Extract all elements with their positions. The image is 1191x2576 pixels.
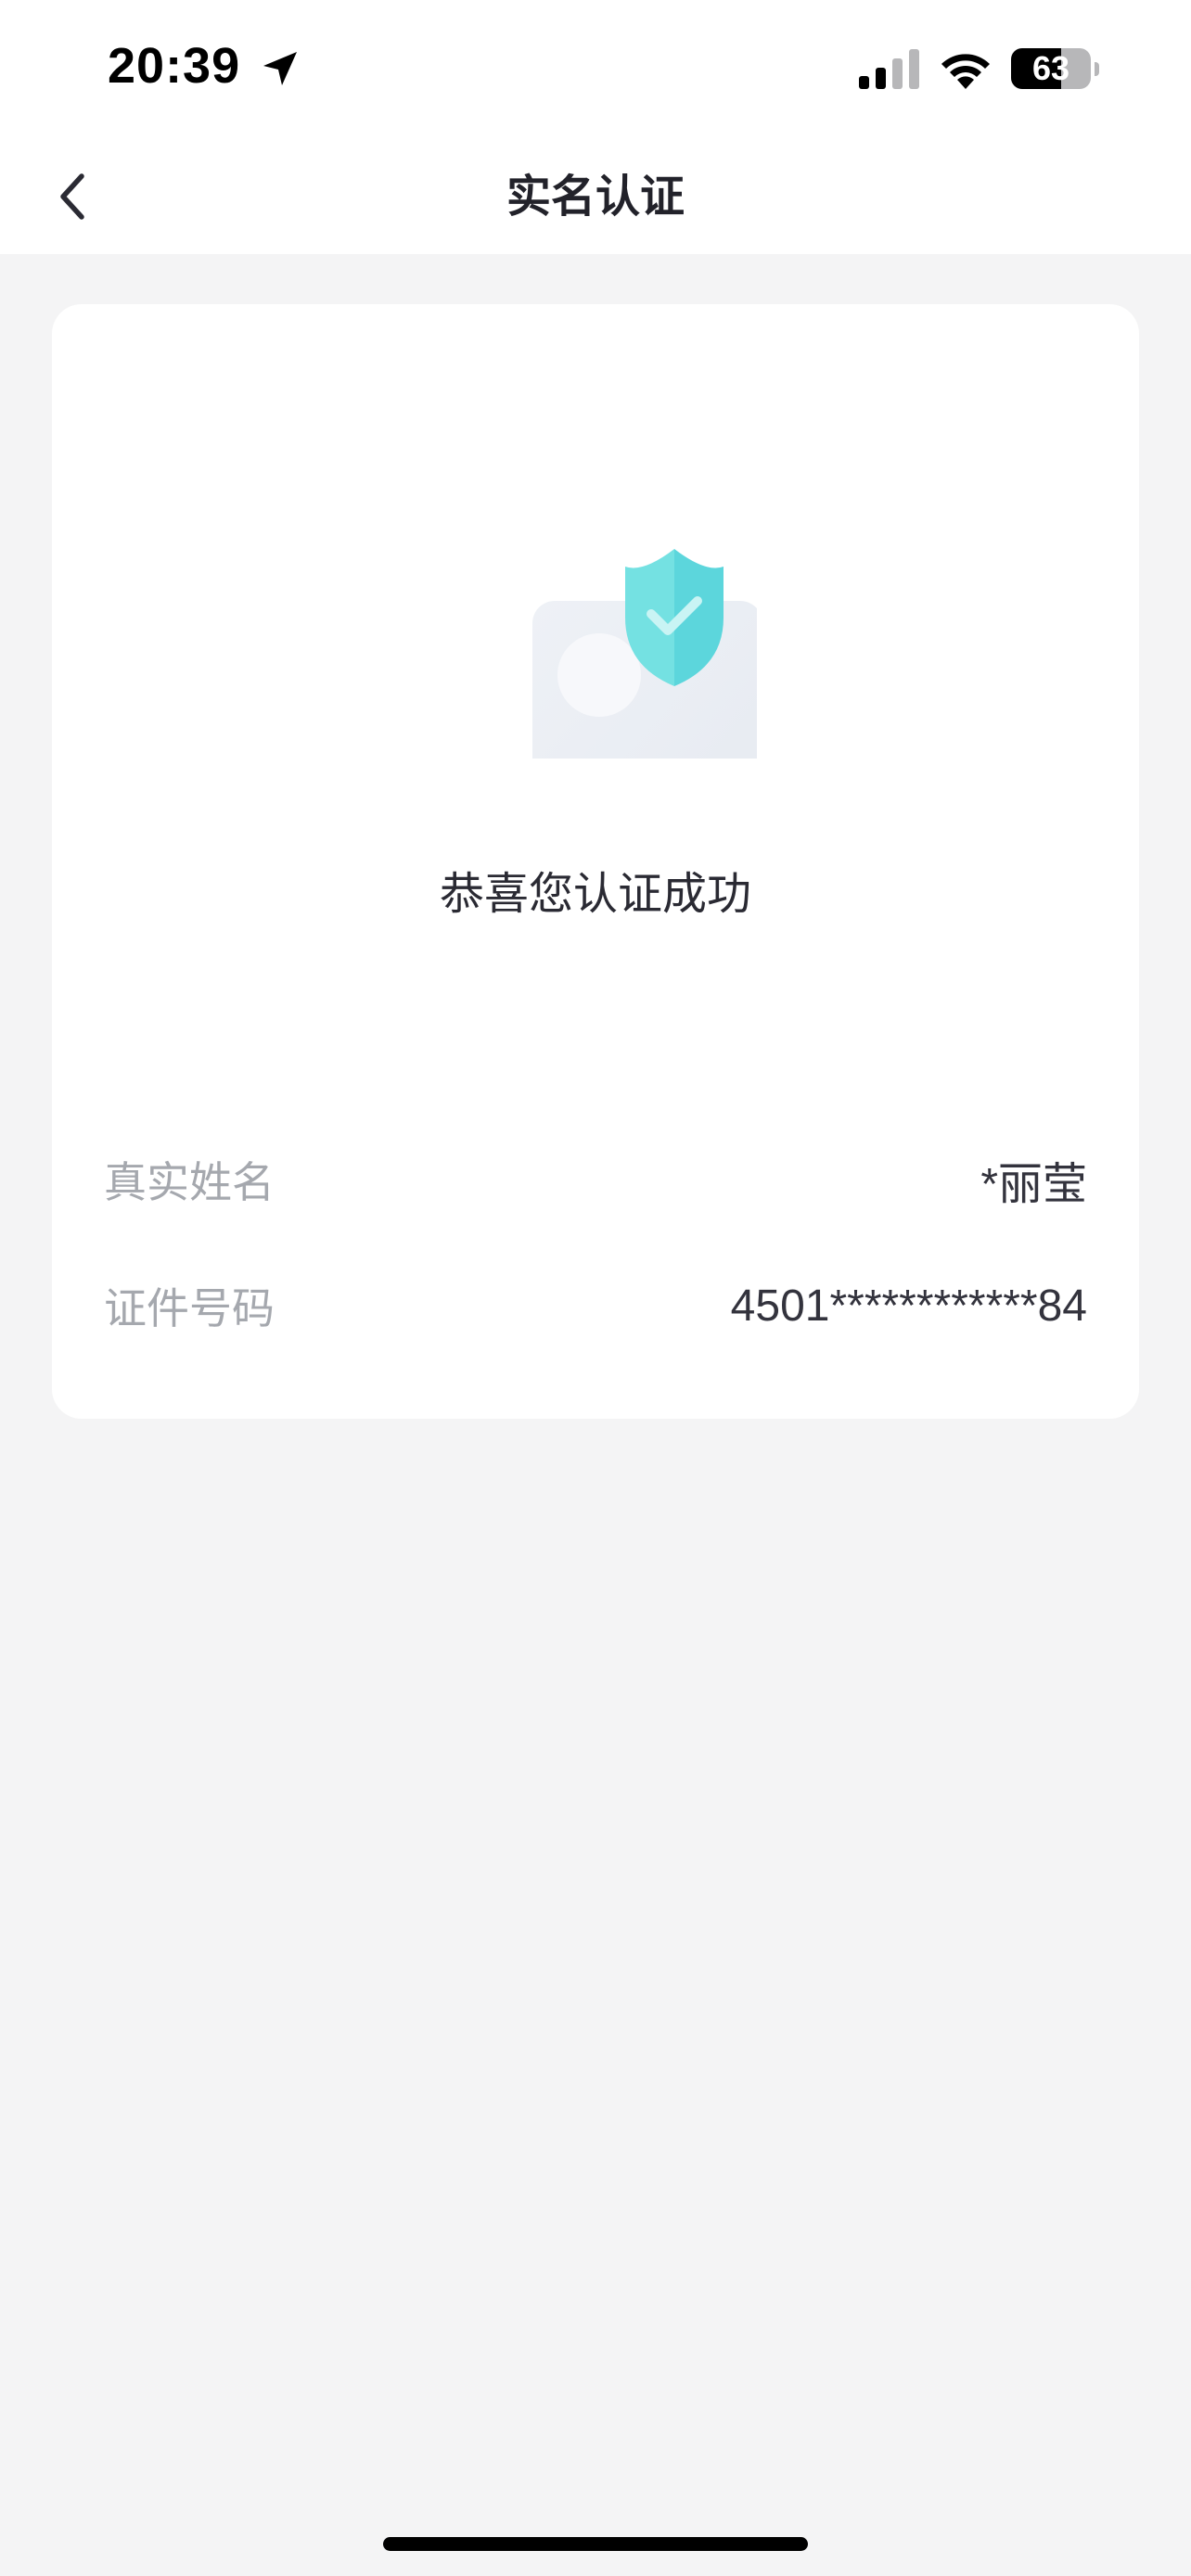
battery-indicator: 63 [1011, 48, 1100, 91]
home-indicator[interactable] [383, 2537, 808, 2551]
id-number-label: 证件号码 [104, 1283, 275, 1333]
id-number-value: 4501************84 [730, 1281, 1087, 1331]
wifi-icon [941, 54, 990, 89]
info-row-real-name: 真实姓名 *丽莹 [104, 1142, 1087, 1217]
location-arrow-icon [263, 52, 297, 85]
battery-cap [1095, 62, 1099, 76]
chevron-left-icon [60, 173, 84, 220]
real-name-value: *丽莹 [980, 1160, 1087, 1209]
real-name-label: 真实姓名 [104, 1157, 275, 1207]
status-bar: 20:39 63 [0, 0, 1191, 139]
verification-card: 恭喜您认证成功 真实姓名 *丽莹 证件号码 4501************84 [52, 304, 1139, 1419]
cellular-signal-icon [859, 49, 919, 89]
status-time: 20:39 [108, 38, 241, 94]
navigation-bar: 实名认证 [0, 139, 1191, 254]
shield-check-icon [625, 549, 724, 686]
info-row-id-number: 证件号码 4501************84 [104, 1269, 1087, 1343]
back-button[interactable] [37, 159, 111, 234]
success-message: 恭喜您认证成功 [439, 868, 751, 920]
battery-level-text: 63 [1031, 49, 1070, 87]
page-title: 实名认证 [506, 171, 685, 223]
